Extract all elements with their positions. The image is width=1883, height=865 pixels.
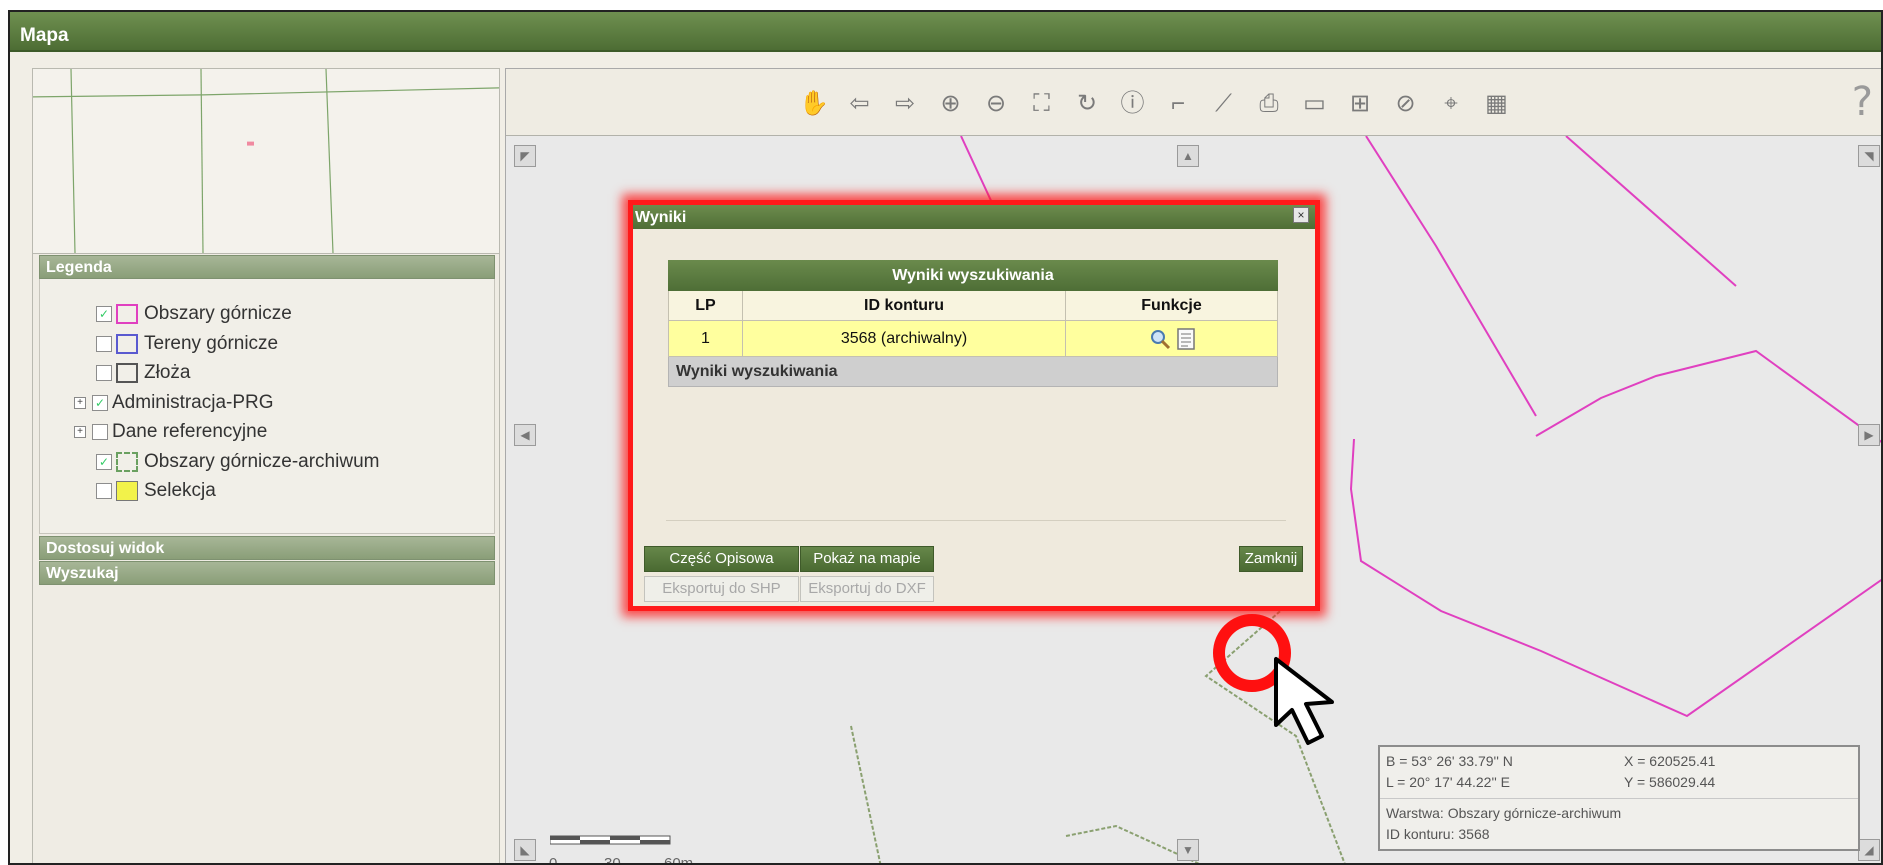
legend-item[interactable]: ✓ Obszary górnicze-archiwum xyxy=(96,449,379,475)
row-functions xyxy=(1066,321,1278,357)
export-dxf-button[interactable]: Eksportuj do DXF xyxy=(800,576,934,602)
layer-swatch-icon xyxy=(116,363,138,383)
pan-icon[interactable]: ✋ xyxy=(799,89,829,119)
map-window: Mapa Legenda ✓ Obszary górnicze Tereny gór… xyxy=(8,10,1883,865)
legend-item[interactable]: + Dane referencyjne xyxy=(74,419,267,445)
pan-west-icon[interactable]: ◀ xyxy=(514,424,536,446)
dialog-divider xyxy=(666,520,1286,521)
row-contour-id: 3568 (archiwalny) xyxy=(743,321,1066,357)
legend-item[interactable]: Złoża xyxy=(96,360,190,386)
results-caption: Wyniki wyszukiwania xyxy=(668,260,1278,291)
measure-icon[interactable]: ⌐ xyxy=(1163,89,1193,119)
legend-item-label: Selekcja xyxy=(144,480,216,501)
adjust-view-header[interactable]: Dostosuj widok xyxy=(39,536,495,560)
overview-map-graphic xyxy=(32,68,500,254)
layer-name: Warstwa: Obszary górnicze-archiwum xyxy=(1386,805,1622,821)
legend-item-label: Administracja-PRG xyxy=(112,391,274,413)
legend-list: ✓ Obszary górnicze Tereny górnicze Złoża + ✓ A… xyxy=(39,279,495,534)
layer-swatch-icon xyxy=(116,333,138,354)
close-icon[interactable]: × xyxy=(1293,207,1309,223)
zoom-out-icon[interactable]: ⊖ xyxy=(981,89,1011,119)
pan-northwest-icon[interactable]: ◤ xyxy=(514,145,536,167)
pan-east-icon[interactable]: ▶ xyxy=(1858,424,1880,446)
layer-checkbox[interactable] xyxy=(96,483,112,499)
map-toolbar: ✋ ⇦ ⇨ ⊕ ⊖ ⛶ ↻ ⓘ ⌐ ⟋ ⎙ ▭ ⊞ ⊘ ⌖ ▦ ? xyxy=(506,69,1881,136)
row-lp: 1 xyxy=(669,321,743,357)
dialog-title: Wyniki xyxy=(633,205,1315,229)
legend-item-label: Tereny górnicze xyxy=(144,332,279,354)
legend-item[interactable]: + ✓ Administracja-PRG xyxy=(74,390,274,416)
overview-map[interactable] xyxy=(32,68,500,254)
info-icon[interactable]: ⓘ xyxy=(1118,89,1148,119)
layer-checkbox[interactable] xyxy=(96,365,112,381)
show-on-map-button[interactable]: Pokaż na mapie xyxy=(800,546,934,572)
pan-south-icon[interactable]: ▼ xyxy=(1177,839,1199,861)
results-dialog: Wyniki × Wyniki wyszukiwania LP ID kontu… xyxy=(628,200,1320,611)
y-coordinate: Y = 586029.44 xyxy=(1624,774,1716,790)
column-header-lp: LP xyxy=(669,291,743,321)
longitude: L = 20° 17' 44.22'' E xyxy=(1386,774,1511,790)
info-divider xyxy=(1380,798,1858,799)
layer-checkbox[interactable]: ✓ xyxy=(92,394,108,411)
layer-checkbox[interactable] xyxy=(96,335,112,352)
layer-swatch-icon xyxy=(116,451,138,472)
layer-checkbox[interactable] xyxy=(92,424,108,440)
select-polygon-icon[interactable]: ⌖ xyxy=(1436,89,1466,119)
legend-item[interactable]: ✓ Obszary górnicze xyxy=(96,301,292,327)
scale-bar: 0 30 60m xyxy=(549,834,710,865)
pan-north-icon[interactable]: ▲ xyxy=(1177,145,1199,167)
refresh-icon[interactable]: ↻ xyxy=(1072,89,1102,119)
print-icon[interactable]: ⎙ xyxy=(1254,89,1284,119)
wms-icon[interactable]: ⊞ xyxy=(1345,89,1375,119)
table-header-row: LP ID konturu Funkcje xyxy=(668,291,1278,321)
scale-label-60: 60m xyxy=(664,855,694,865)
zoom-in-icon[interactable]: ⊕ xyxy=(936,89,966,119)
pan-northeast-icon[interactable]: ◥ xyxy=(1858,145,1880,167)
x-coordinate: X = 620525.41 xyxy=(1624,753,1716,769)
mouse-pointer-icon xyxy=(1274,657,1334,745)
layer-swatch-icon xyxy=(116,481,138,501)
legend-item-label: Obszary górnicze xyxy=(144,303,292,324)
contour-id: ID konturu: 3568 xyxy=(1386,826,1490,842)
results-table: Wyniki wyszukiwania LP ID konturu Funkcj… xyxy=(668,260,1278,387)
help-icon[interactable]: ? xyxy=(1852,79,1873,125)
document-icon[interactable] xyxy=(1176,327,1195,350)
expand-icon[interactable]: + xyxy=(74,396,86,409)
search-header[interactable]: Wyszukaj xyxy=(39,561,495,585)
scale-label-30: 30 xyxy=(604,855,621,865)
scale-bar-graphic xyxy=(549,835,671,845)
zoom-extent-icon[interactable]: ⛶ xyxy=(1027,89,1057,119)
close-button[interactable]: Zamknij xyxy=(1239,546,1303,572)
clear-selection-icon[interactable]: ⊘ xyxy=(1391,89,1421,119)
pan-southeast-icon[interactable]: ◢ xyxy=(1858,839,1880,861)
expand-icon[interactable]: + xyxy=(74,426,86,438)
descriptive-part-button[interactable]: Część Opisowa xyxy=(644,546,799,572)
layer-checkbox[interactable]: ✓ xyxy=(96,453,112,470)
window-title: Mapa xyxy=(10,12,1881,52)
coordinate-info-box: B = 53° 26' 33.79'' N X = 620525.41 L = … xyxy=(1378,745,1860,851)
forward-icon[interactable]: ⇨ xyxy=(890,89,920,119)
latitude: B = 53° 26' 33.79'' N xyxy=(1386,753,1513,769)
column-header-id: ID konturu xyxy=(743,291,1066,321)
column-header-functions: Funkcje xyxy=(1066,291,1278,321)
scale-icon[interactable]: ▭ xyxy=(1300,89,1330,119)
magnifier-icon[interactable] xyxy=(1149,328,1171,350)
legend-header[interactable]: Legenda xyxy=(39,255,495,279)
legend-item[interactable]: Tereny górnicze xyxy=(96,331,278,357)
legend-item-label: Dane referencyjne xyxy=(112,421,268,442)
measure-area-icon[interactable]: ⟋ xyxy=(1209,89,1239,119)
pan-southwest-icon[interactable]: ◣ xyxy=(514,839,536,861)
export-shp-button[interactable]: Eksportuj do SHP xyxy=(644,576,799,602)
layer-checkbox[interactable]: ✓ xyxy=(96,306,112,322)
results-footer: Wyniki wyszukiwania xyxy=(668,357,1278,387)
layers-icon[interactable]: ▦ xyxy=(1482,89,1512,119)
table-row[interactable]: 1 3568 (archiwalny) xyxy=(668,321,1278,357)
back-icon[interactable]: ⇦ xyxy=(845,89,875,119)
legend-item[interactable]: Selekcja xyxy=(96,478,216,504)
legend-item-label: Obszary górnicze-archiwum xyxy=(144,450,380,472)
left-panel: Legenda ✓ Obszary górnicze Tereny górnicze… xyxy=(32,68,500,863)
scale-label-0: 0 xyxy=(549,855,558,865)
legend-item-label: Złoża xyxy=(144,362,191,383)
layer-swatch-icon xyxy=(116,304,138,324)
